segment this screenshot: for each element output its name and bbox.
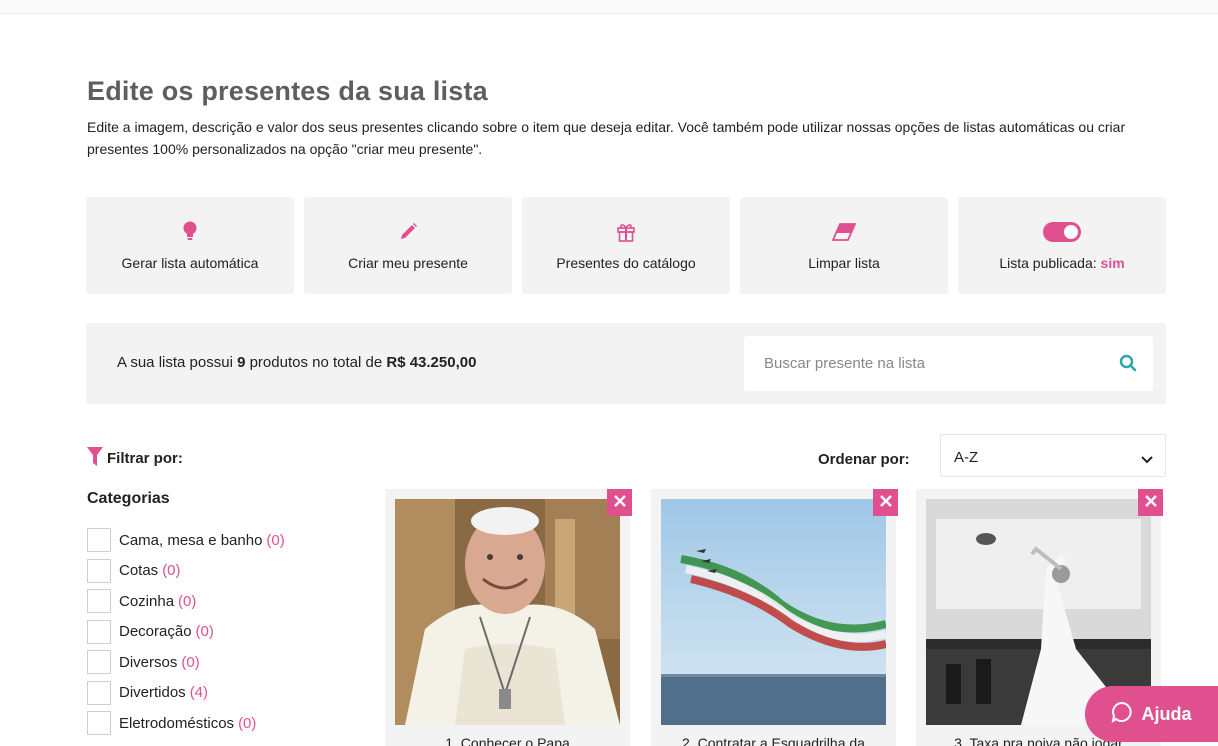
product-image-pope[interactable]: [395, 499, 620, 725]
category-item[interactable]: Divertidos (4): [87, 678, 285, 709]
category-checkbox[interactable]: [87, 650, 111, 675]
remove-product-button[interactable]: [1138, 489, 1163, 516]
category-checkbox[interactable]: [87, 680, 111, 705]
category-label: Cama, mesa e banho: [119, 531, 263, 549]
catalog-gifts-label: Presentes do catálogo: [556, 254, 696, 271]
category-count: (4): [189, 684, 209, 702]
list-summary-panel: A sua lista possui 9 produtos no total d…: [86, 323, 1166, 404]
pencil-icon: [398, 221, 418, 243]
create-gift-button[interactable]: Criar meu presente: [304, 197, 512, 294]
category-item[interactable]: Eletrodomésticos (0): [87, 708, 285, 739]
remove-product-button[interactable]: [873, 489, 898, 516]
product-card[interactable]: 2. Contratar a Esquadrilha da: [651, 489, 898, 746]
toggle-icon: [1043, 221, 1081, 243]
remove-product-button[interactable]: [607, 489, 632, 516]
eraser-icon: [832, 221, 856, 243]
generate-list-button[interactable]: Gerar lista automática: [86, 197, 294, 294]
category-count: (0): [162, 562, 181, 580]
summary-middle: produtos no total de: [245, 354, 387, 371]
total-value: R$ 43.250,00: [386, 354, 477, 371]
gift-icon: [616, 221, 636, 243]
clear-list-button[interactable]: Limpar lista: [740, 197, 948, 294]
category-label: Cotas: [119, 562, 159, 580]
product-card[interactable]: 1. Conhecer o Papa: [385, 489, 632, 746]
close-icon: [613, 494, 626, 512]
catalog-gifts-button[interactable]: Presentes do catálogo: [522, 197, 730, 294]
clear-list-label: Limpar lista: [808, 254, 880, 271]
categories-title: Categorias: [87, 490, 170, 507]
filter-title: Filtrar por:: [87, 445, 183, 471]
summary-prefix: A sua lista possui: [117, 354, 238, 371]
sort-label: Ordenar por:: [818, 451, 910, 468]
help-label: Ajuda: [1141, 703, 1192, 724]
page-description: Edite a imagem, descrição e valor dos se…: [87, 119, 1126, 157]
categories-list: Cama, mesa e banho (0) Cotas (0) Cozinha (0…: [87, 525, 285, 739]
top-bar: [0, 0, 1218, 14]
sort-selected-value: A-Z: [954, 449, 979, 466]
funnel-icon: [87, 445, 103, 471]
chat-bubble-icon: [1111, 701, 1133, 728]
chevron-down-icon: [1141, 451, 1153, 469]
category-label: Decoração: [119, 623, 192, 641]
product-caption[interactable]: 2. Contratar a Esquadrilha da: [651, 735, 896, 746]
lightbulb-icon: [182, 221, 198, 243]
list-summary-text: A sua lista possui 9 produtos no total d…: [117, 354, 476, 371]
publish-list-label: Lista publicada: sim: [999, 255, 1124, 271]
page-title: Edite os presentes da sua lista: [87, 76, 488, 106]
create-gift-label: Criar meu presente: [348, 254, 468, 271]
category-label: Cozinha: [119, 592, 175, 610]
category-count: (0): [178, 592, 197, 610]
category-checkbox[interactable]: [87, 711, 111, 736]
generate-list-label: Gerar lista automática: [121, 254, 259, 271]
category-item[interactable]: Cozinha (0): [87, 586, 285, 617]
category-item[interactable]: Decoração (0): [87, 617, 285, 648]
category-count: (0): [195, 623, 214, 641]
publish-list-status: sim: [1100, 254, 1125, 271]
category-label: Eletrodomésticos: [119, 714, 235, 732]
category-item[interactable]: Diversos (0): [87, 647, 285, 678]
search-icon[interactable]: [1119, 354, 1137, 377]
publish-list-toggle[interactable]: Lista publicada: sim: [958, 197, 1166, 294]
action-bar: Gerar lista automática Criar meu present…: [86, 197, 1166, 294]
search-box: [744, 336, 1153, 391]
publish-list-prefix: Lista publicada:: [999, 254, 1101, 271]
category-checkbox[interactable]: [87, 589, 111, 614]
category-checkbox[interactable]: [87, 619, 111, 644]
category-label: Diversos: [119, 653, 178, 671]
category-count: (0): [238, 714, 257, 732]
category-checkbox[interactable]: [87, 558, 111, 583]
help-button[interactable]: Ajuda: [1085, 686, 1218, 742]
category-count: (0): [266, 531, 285, 549]
category-label: Divertidos: [119, 684, 186, 702]
close-icon: [1144, 494, 1157, 512]
sort-select[interactable]: A-Z: [940, 434, 1166, 477]
product-image-squadron[interactable]: [661, 499, 886, 725]
category-checkbox[interactable]: [87, 528, 111, 553]
category-count: (0): [181, 653, 200, 671]
search-input[interactable]: [744, 336, 1153, 391]
category-item[interactable]: Cotas (0): [87, 556, 285, 587]
product-caption[interactable]: 1. Conhecer o Papa: [385, 735, 630, 746]
close-icon: [879, 494, 892, 512]
category-item[interactable]: Cama, mesa e banho (0): [87, 525, 285, 556]
filter-title-label: Filtrar por:: [107, 449, 183, 467]
